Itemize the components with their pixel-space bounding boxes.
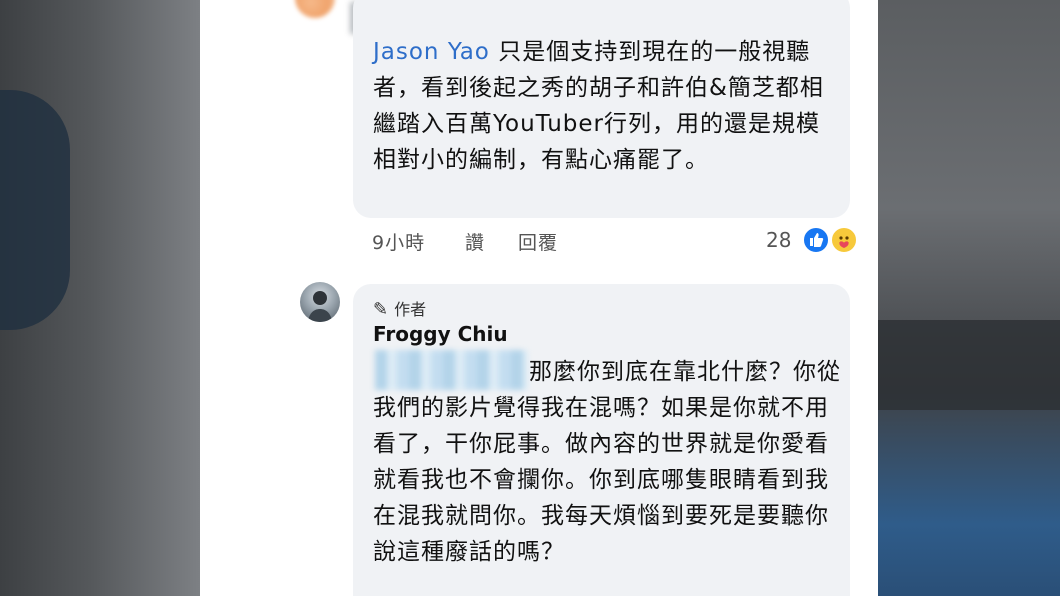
comment-thread: Jason Yao 只是個支持到現在的一般視聽者，看到後起之秀的胡子和許伯&簡芝… xyxy=(200,0,878,596)
author-badge: ✎ 作者 xyxy=(373,296,426,320)
background-left xyxy=(0,0,200,596)
reply-button[interactable]: 回覆 xyxy=(518,228,558,255)
comment-text: Jason Yao 只是個支持到現在的一般視聽者，看到後起之秀的胡子和許伯&簡芝… xyxy=(373,34,843,178)
care-reaction-icon[interactable] xyxy=(830,226,858,254)
like-icon[interactable] xyxy=(802,226,830,254)
reaction-count[interactable]: 28 xyxy=(766,228,791,252)
comment-author-link[interactable]: Jason Yao xyxy=(373,39,490,65)
avatar-blurred[interactable] xyxy=(295,0,335,18)
comment-body: 那麼你到底在靠北什麼？你從我們的影片覺得我在混嗎？如果是你就不用看了，干你屁事。… xyxy=(373,359,841,565)
background-right xyxy=(878,0,1060,596)
comment-text: 那麼你到底在靠北什麼？你從我們的影片覺得我在混嗎？如果是你就不用看了，干你屁事。… xyxy=(373,354,843,570)
background-shape xyxy=(878,320,1060,410)
author-avatar[interactable] xyxy=(300,282,340,322)
comment-timestamp[interactable]: 9小時 xyxy=(372,228,425,255)
like-button[interactable]: 讚 xyxy=(465,228,485,255)
comment-author-link[interactable]: Froggy Chiu xyxy=(373,322,508,346)
pencil-icon: ✎ xyxy=(373,299,389,320)
author-badge-label: 作者 xyxy=(394,300,427,319)
background-shape xyxy=(0,90,70,330)
